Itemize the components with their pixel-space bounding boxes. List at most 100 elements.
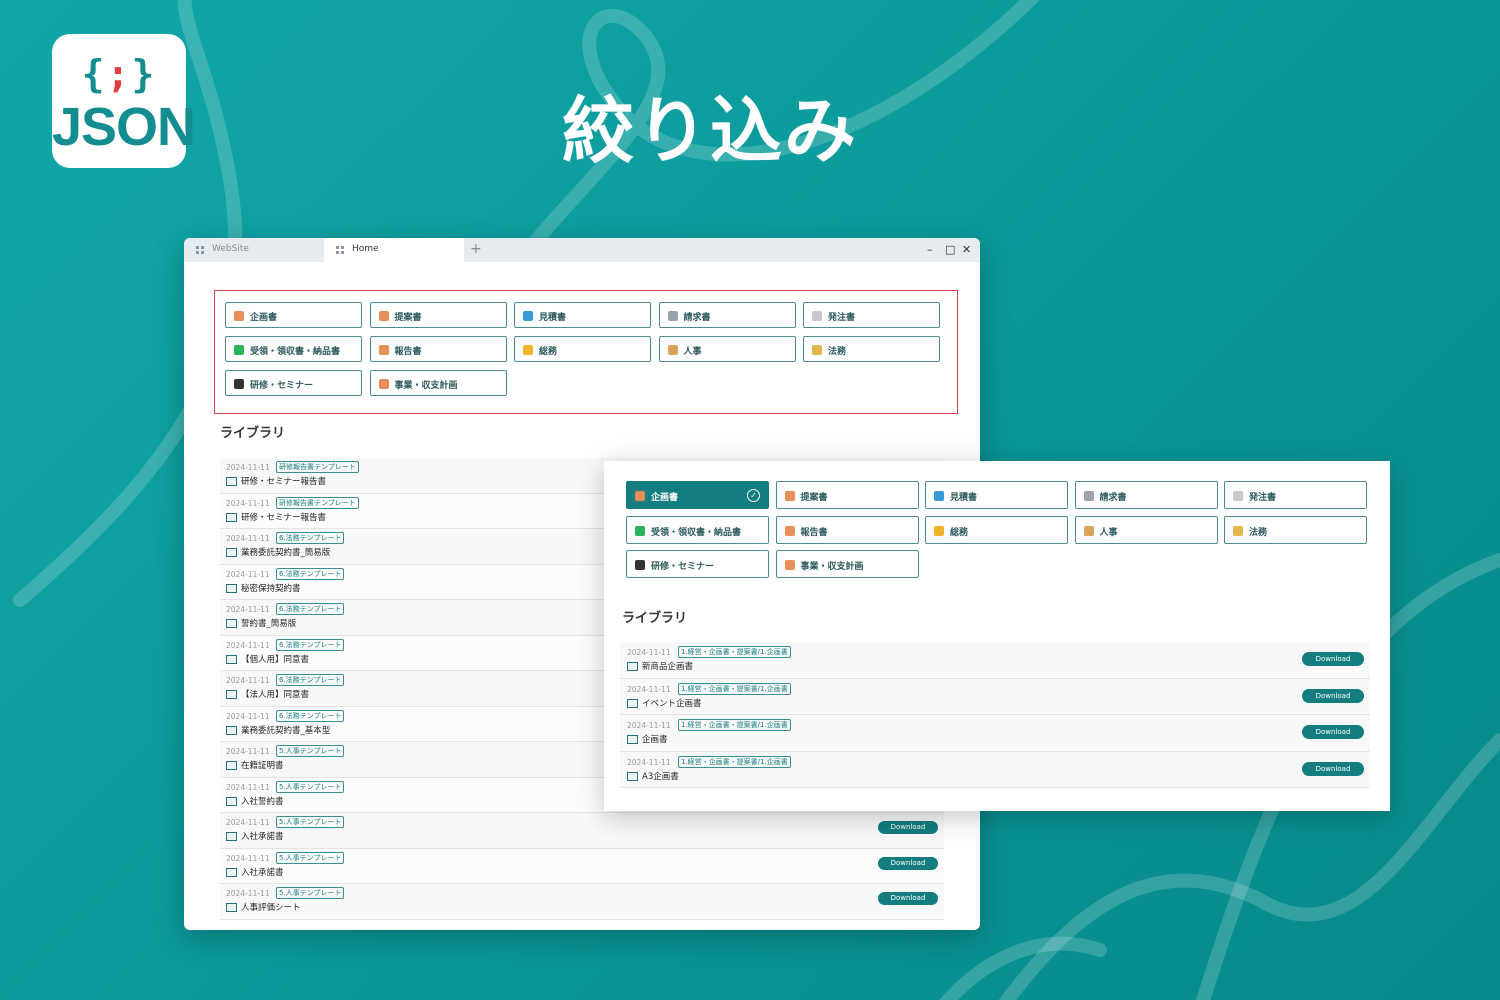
close-button[interactable]: ✕: [962, 243, 971, 256]
category-button[interactable]: 総務: [514, 336, 651, 362]
library-row: 2024-11-11 1.経営・企画書・提案書/1.企画書 企画書 Download: [620, 715, 1370, 752]
download-button[interactable]: Download: [1302, 761, 1364, 776]
download-button[interactable]: Download: [1302, 652, 1364, 666]
row-tag: 5.人事テンプレート: [276, 780, 345, 793]
category-button[interactable]: 提案書: [775, 481, 919, 509]
category-label: 見積書: [950, 493, 978, 503]
download-button[interactable]: Download: [1302, 725, 1364, 739]
category-button[interactable]: 見積書: [514, 302, 651, 328]
minimize-button[interactable]: –: [927, 243, 933, 256]
maximize-button[interactable]: □: [945, 243, 955, 256]
library-row: 2024-11-11 1.経営・企画書・提案書/1.企画書 A3企画書 Downloa…: [620, 751, 1370, 788]
download-button[interactable]: Download: [878, 821, 938, 834]
library-heading: ライブラリ: [220, 426, 286, 441]
category-label: 提案書: [394, 313, 422, 323]
category-label: 受領・領収書・納品書: [250, 347, 341, 357]
category-label: 人事: [683, 347, 702, 357]
category-label: 人事: [1099, 527, 1118, 538]
row-date: 2024-11-11: [226, 676, 270, 685]
pencil-doc-icon: [378, 345, 389, 355]
row-title: 新商品企画書: [642, 662, 694, 672]
file-icon: [226, 477, 237, 486]
category-button[interactable]: 見積書: [925, 481, 1068, 509]
row-title: 入社誓約書: [241, 796, 284, 807]
category-button[interactable]: 報告書: [369, 336, 507, 362]
category-button[interactable]: 企画書 ✓: [626, 481, 769, 509]
file-icon: [226, 548, 237, 557]
row-date: 2024-11-11: [226, 534, 270, 543]
row-title: イベント企画書: [642, 698, 702, 709]
category-button[interactable]: 研修・セミナー: [225, 370, 362, 396]
row-tag: 5.人事テンプレート: [276, 851, 345, 864]
category-button[interactable]: 企画書: [225, 302, 362, 328]
row-title: 在籍証明書: [241, 761, 284, 771]
tab-label: Home: [352, 244, 379, 254]
category-button[interactable]: 総務: [925, 515, 1068, 544]
file-icon: [226, 867, 237, 877]
category-label: 企画書: [651, 493, 679, 503]
pencil-doc-icon: [234, 311, 244, 321]
file-icon: [627, 662, 638, 671]
file-icon: [226, 903, 237, 912]
tab-home[interactable]: Home: [324, 238, 464, 262]
new-tab-button[interactable]: +: [470, 241, 482, 257]
row-tag: 6.法務テンプレート: [276, 567, 345, 580]
category-button[interactable]: 報告書: [775, 515, 919, 544]
scales-icon: [812, 345, 822, 355]
category-button[interactable]: 請求書: [1074, 481, 1218, 509]
row-tag: 6.法務テンプレート: [276, 638, 345, 651]
category-button[interactable]: 請求書: [658, 302, 796, 328]
file-icon: [226, 512, 237, 522]
category-button[interactable]: 法務: [1224, 515, 1367, 544]
clipboard-icon: [784, 560, 795, 570]
order-doc-icon: [1233, 491, 1243, 501]
category-button[interactable]: 人事: [1074, 515, 1218, 544]
category-label: 研修・セミナー: [250, 381, 314, 391]
file-icon: [226, 654, 237, 664]
row-title: 秘密保持契約書: [241, 583, 301, 594]
tab-label: WebSite: [212, 244, 249, 254]
category-button[interactable]: 発注書: [1224, 481, 1367, 509]
folder-icon: [523, 345, 533, 355]
file-icon: [226, 619, 237, 628]
category-button[interactable]: 人事: [658, 336, 796, 362]
row-tag: 6.法務テンプレート: [276, 709, 345, 722]
row-date: 2024-11-11: [226, 747, 270, 756]
file-icon: [226, 690, 237, 699]
category-button[interactable]: 発注書: [803, 302, 940, 328]
row-title: 業務委託契約書_基本型: [241, 725, 331, 736]
download-button[interactable]: Download: [878, 892, 938, 905]
category-button[interactable]: 法務: [803, 336, 940, 362]
download-button[interactable]: Download: [1302, 688, 1364, 703]
category-button[interactable]: 事業・収支計画: [775, 550, 919, 578]
file-icon: [226, 761, 237, 770]
file-icon: [226, 583, 237, 593]
category-label: 研修・セミナー: [651, 562, 715, 572]
file-icon: [627, 698, 638, 708]
library-row: 2024-11-11 5.人事テンプレート 入社承諾書 Download: [220, 813, 944, 849]
category-button[interactable]: 提案書: [369, 302, 507, 328]
category-label: 事業・収支計画: [800, 562, 864, 572]
library-list-filtered: 2024-11-11 1.経営・企画書・提案書/1.企画書 新商品企画書 Downlo…: [620, 642, 1370, 788]
category-label: 提案書: [800, 493, 828, 503]
json-logo: {;} JSON: [52, 34, 196, 168]
grid-icon: [336, 246, 344, 254]
category-button[interactable]: 受領・領収書・納品書: [626, 515, 769, 544]
pencil-doc-icon: [378, 311, 389, 321]
folder-icon: [934, 525, 944, 536]
pencil-doc-icon: [784, 525, 795, 536]
row-tag: 1.経営・企画書・提案書/1.企画書: [678, 682, 791, 695]
row-tag: 研修報告書テンプレート: [276, 461, 359, 473]
category-button[interactable]: 研修・セミナー: [626, 550, 769, 578]
row-tag: 研修報告書テンプレート: [276, 496, 359, 509]
category-button[interactable]: 受領・領収書・納品書: [225, 336, 362, 362]
category-label: 事業・収支計画: [394, 381, 458, 391]
row-date: 2024-11-11: [226, 640, 270, 650]
row-title: 研修・セミナー報告書: [241, 512, 327, 523]
order-doc-icon: [812, 311, 822, 321]
download-button[interactable]: Download: [878, 856, 938, 870]
category-button[interactable]: 事業・収支計画: [369, 370, 507, 396]
tab-website[interactable]: WebSite: [184, 238, 324, 262]
check-icon: [635, 525, 645, 536]
file-icon: [226, 796, 237, 806]
